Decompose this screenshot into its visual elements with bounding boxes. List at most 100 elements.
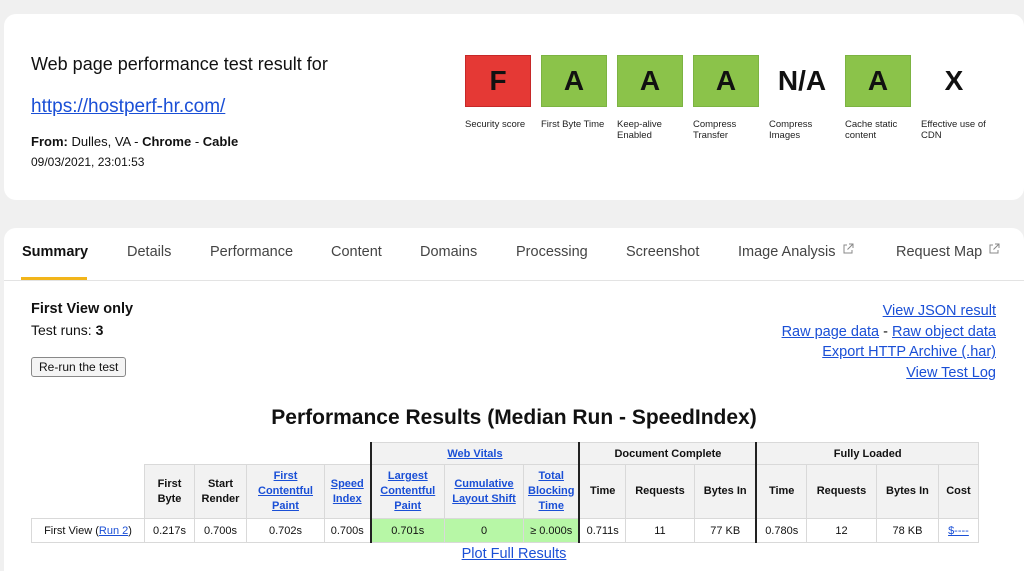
location-text: Dulles, VA <box>71 134 131 149</box>
view-json-link[interactable]: View JSON result <box>883 303 996 319</box>
start-render-value: 0.700s <box>194 518 247 543</box>
link-separator: - <box>883 323 888 340</box>
result-links: View JSON result Raw page data - Raw obj… <box>782 301 996 384</box>
fl-bytes-value: 78 KB <box>875 518 939 543</box>
tab-domains[interactable]: Domains <box>420 244 477 260</box>
tab-label: Image Analysis <box>738 244 836 260</box>
lcp-link[interactable]: Largest Contentful Paint <box>380 470 435 512</box>
plot-full-results: Plot Full Results <box>4 546 1024 562</box>
test-datetime: 09/03/2021, 23:01:53 <box>31 155 145 169</box>
compress-images-grade[interactable]: N/A <box>769 55 835 107</box>
results-card: Summary Details Performance Content Doma… <box>4 228 1024 571</box>
dc-bytes-header: Bytes In <box>693 464 757 519</box>
result-header-card: Web page performance test result for htt… <box>4 14 1024 200</box>
browser-text: Chrome <box>142 134 192 149</box>
tbt-link[interactable]: Total Blocking Time <box>528 470 574 512</box>
tab-content[interactable]: Content <box>331 244 382 260</box>
dc-requests-value: 11 <box>624 518 695 543</box>
dc-time-header: Time <box>578 464 626 519</box>
fully-loaded-group-header: Fully Loaded <box>755 442 979 465</box>
row-label: First View (Run 2) <box>31 518 145 543</box>
cache-static-label: Cache static content <box>845 119 898 141</box>
first-byte-grade[interactable]: A <box>541 55 607 107</box>
speed-index-link[interactable]: Speed Index <box>331 478 364 505</box>
external-link-icon <box>989 243 1000 254</box>
table-row: First View (Run 2) 0.217s 0.700s 0.702s … <box>31 518 979 543</box>
row-label-end: ) <box>128 524 132 537</box>
fl-requests-value: 12 <box>805 518 877 543</box>
cost-value[interactable]: $---- <box>937 518 979 543</box>
view-test-log-link[interactable]: View Test Log <box>906 365 996 381</box>
run-2-link[interactable]: Run 2 <box>99 525 128 537</box>
plot-full-results-link[interactable]: Plot Full Results <box>462 546 567 562</box>
separator: - <box>134 134 139 149</box>
lcp-value: 0.701s <box>369 518 445 543</box>
test-runs-count: 3 <box>95 322 104 338</box>
raw-object-data-link[interactable]: Raw object data <box>892 324 996 340</box>
cost-header: Cost <box>937 464 979 519</box>
security-score-grade[interactable]: F <box>465 55 531 107</box>
speed-index-value: 0.700s <box>324 518 371 543</box>
fl-bytes-header: Bytes In <box>875 464 939 519</box>
tab-request-map[interactable]: Request Map <box>896 243 1000 260</box>
dc-bytes-value: 77 KB <box>693 518 757 543</box>
fl-time-value: 0.780s <box>755 518 807 543</box>
tested-url-link[interactable]: https://hostperf-hr.com/ <box>31 96 225 118</box>
fl-requests-header: Requests <box>805 464 877 519</box>
performance-results-title: Performance Results (Median Run - SpeedI… <box>271 406 757 429</box>
view-mode: First View only <box>31 301 134 317</box>
cdn-label: Effective use of CDN <box>921 119 986 141</box>
cost-link[interactable]: $---- <box>948 525 969 537</box>
tab-label: Request Map <box>896 244 983 260</box>
tab-bar: Summary Details Performance Content Doma… <box>4 228 1024 281</box>
security-score-label: Security score <box>465 119 526 130</box>
tbt-value: ≥ 0.000s <box>523 518 580 543</box>
tab-screenshot[interactable]: Screenshot <box>626 244 699 260</box>
first-byte-label: First Byte Time <box>541 119 605 130</box>
column-header-row: First Byte Start Render First Contentful… <box>32 464 979 519</box>
fcp-header[interactable]: First Contentful Paint <box>246 464 325 519</box>
test-location: From: Dulles, VA - Chrome - Cable <box>31 134 238 149</box>
tab-processing[interactable]: Processing <box>516 244 588 260</box>
web-vitals-group-header[interactable]: Web Vitals <box>369 442 580 465</box>
cls-header[interactable]: Cumulative Layout Shift <box>444 464 524 519</box>
dc-requests-header: Requests <box>624 464 695 519</box>
web-vitals-link[interactable]: Web Vitals <box>447 448 502 460</box>
tab-summary[interactable]: Summary <box>22 244 88 260</box>
page-title: Web page performance test result for <box>31 54 328 74</box>
cls-link[interactable]: Cumulative Layout Shift <box>452 478 516 505</box>
fcp-link[interactable]: First Contentful Paint <box>258 470 313 512</box>
performance-results-table: Web Vitals Document Complete Fully Loade… <box>31 442 979 543</box>
dc-time-value: 0.711s <box>578 518 626 543</box>
raw-page-data-link[interactable]: Raw page data <box>782 324 880 340</box>
from-label: From: <box>31 134 68 149</box>
document-complete-group-header: Document Complete <box>578 442 757 465</box>
compress-images-label: Compress Images <box>769 119 813 141</box>
row-label-text: First View ( <box>44 524 99 537</box>
compress-transfer-label: Compress Transfer <box>693 119 737 141</box>
fcp-value: 0.702s <box>246 518 325 543</box>
test-runs-label: Test runs: <box>31 322 92 338</box>
speed-index-header[interactable]: Speed Index <box>324 464 371 519</box>
cache-static-grade[interactable]: A <box>845 55 911 107</box>
test-runs: Test runs: 3 <box>31 322 103 338</box>
tab-performance[interactable]: Performance <box>210 244 293 260</box>
active-tab-indicator <box>21 277 87 280</box>
cls-value: 0 <box>444 518 524 543</box>
keep-alive-label: Keep-alive Enabled <box>617 119 662 141</box>
compress-transfer-grade[interactable]: A <box>693 55 759 107</box>
keep-alive-grade[interactable]: A <box>617 55 683 107</box>
fl-time-header: Time <box>755 464 807 519</box>
first-byte-header: First Byte <box>144 464 195 519</box>
export-har-link[interactable]: Export HTTP Archive (.har) <box>822 344 996 360</box>
tab-details[interactable]: Details <box>127 244 171 260</box>
group-header-row: Web Vitals Document Complete Fully Loade… <box>32 442 979 465</box>
external-link-icon <box>843 243 854 254</box>
first-byte-value: 0.217s <box>144 518 195 543</box>
tbt-header[interactable]: Total Blocking Time <box>523 464 580 519</box>
tab-image-analysis[interactable]: Image Analysis <box>738 243 854 260</box>
cdn-grade[interactable]: X <box>921 55 987 107</box>
lcp-header[interactable]: Largest Contentful Paint <box>369 464 445 519</box>
rerun-test-button[interactable]: Re-run the test <box>31 357 127 377</box>
connection-text: Cable <box>202 134 239 149</box>
